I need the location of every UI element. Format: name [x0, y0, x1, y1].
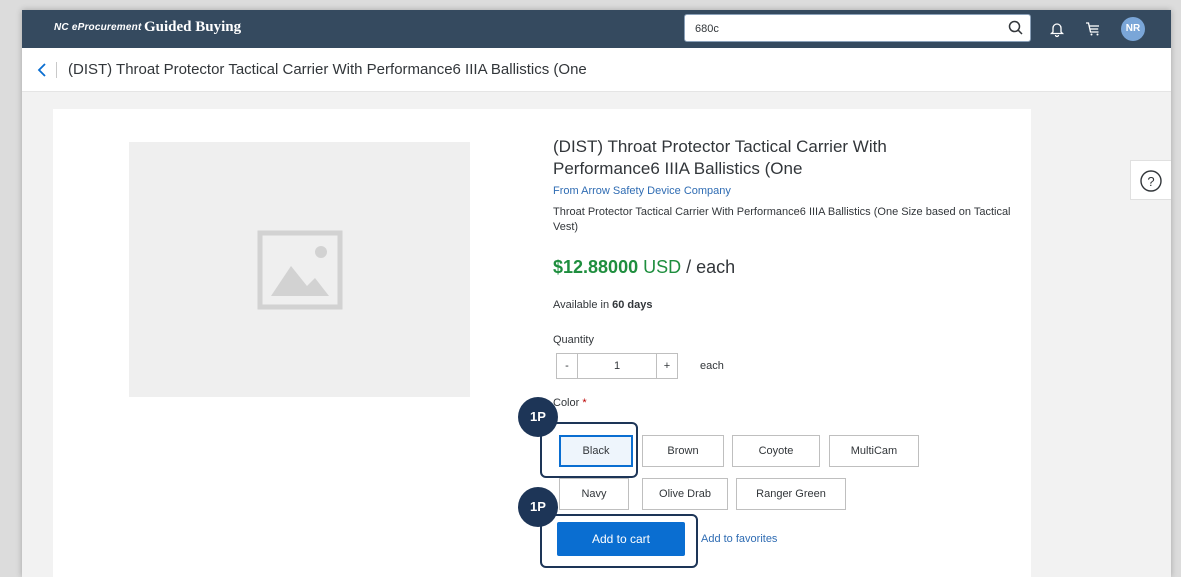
user-avatar[interactable]: NR — [1121, 17, 1145, 41]
screenshot-frame: NC eProcurement Guided Buying 680c NR (D… — [0, 0, 1181, 577]
add-to-favorites-link[interactable]: Add to favorites — [701, 533, 777, 545]
required-marker: * — [579, 397, 587, 409]
app-window: NC eProcurement Guided Buying 680c NR (D… — [22, 10, 1171, 577]
page-title: (DIST) Throat Protector Tactical Carrier… — [68, 61, 587, 78]
availability-text: Available in 60 days — [553, 299, 653, 311]
quantity-increment-button[interactable]: + — [656, 353, 678, 379]
help-button[interactable]: ? — [1130, 160, 1171, 200]
color-option-navy[interactable]: Navy — [559, 478, 629, 510]
brand-logo-text: NC eProcurement — [54, 22, 142, 33]
product-price: $12.88000 USD / each — [553, 257, 735, 278]
quantity-unit: each — [700, 360, 724, 372]
availability-days: 60 days — [612, 299, 653, 311]
supplier-link[interactable]: From Arrow Safety Device Company — [553, 185, 731, 197]
quantity-stepper: - 1 + — [556, 353, 678, 379]
color-option-ranger-green[interactable]: Ranger Green — [736, 478, 846, 510]
color-option-coyote[interactable]: Coyote — [732, 435, 820, 467]
app-title[interactable]: Guided Buying — [144, 19, 241, 36]
color-option-brown[interactable]: Brown — [642, 435, 724, 467]
page-header: (DIST) Throat Protector Tactical Carrier… — [22, 48, 1171, 92]
help-question-icon: ? — [1140, 170, 1162, 192]
cart-callout-badge: 1P — [518, 487, 558, 527]
color-label-text: Color — [553, 397, 580, 409]
search-icon[interactable] — [1004, 17, 1028, 39]
price-currency: USD — [643, 257, 682, 277]
color-callout-badge: 1P — [518, 397, 558, 437]
availability-prefix: Available in — [553, 299, 613, 311]
price-amount: $12.88000 — [553, 257, 639, 277]
product-image-placeholder — [129, 142, 470, 397]
product-description: Throat Protector Tactical Carrier With P… — [553, 206, 1011, 233]
cart-icon[interactable] — [1083, 19, 1103, 39]
quantity-input[interactable]: 1 — [578, 353, 656, 379]
image-placeholder-icon — [257, 230, 343, 315]
color-label: Color * — [553, 397, 587, 409]
svg-text:?: ? — [1147, 174, 1154, 189]
header-divider — [56, 62, 57, 78]
color-option-olive-drab[interactable]: Olive Drab — [642, 478, 728, 510]
color-option-multicam[interactable]: MultiCam — [829, 435, 919, 467]
product-title: (DIST) Throat Protector Tactical Carrier… — [553, 137, 887, 178]
color-callout-box — [540, 422, 638, 478]
search-input[interactable]: 680c — [684, 14, 1031, 42]
back-chevron-icon[interactable] — [34, 60, 52, 80]
bell-icon[interactable] — [1047, 19, 1067, 39]
cart-callout-box — [540, 514, 698, 568]
shell-bar: NC eProcurement Guided Buying 680c NR — [22, 10, 1171, 48]
product-card: (DIST) Throat Protector Tactical Carrier… — [53, 109, 1031, 577]
search-input-value[interactable]: 680c — [695, 23, 719, 35]
price-unit: / each — [681, 257, 736, 277]
quantity-label: Quantity — [553, 334, 594, 346]
quantity-decrement-button[interactable]: - — [556, 353, 578, 379]
